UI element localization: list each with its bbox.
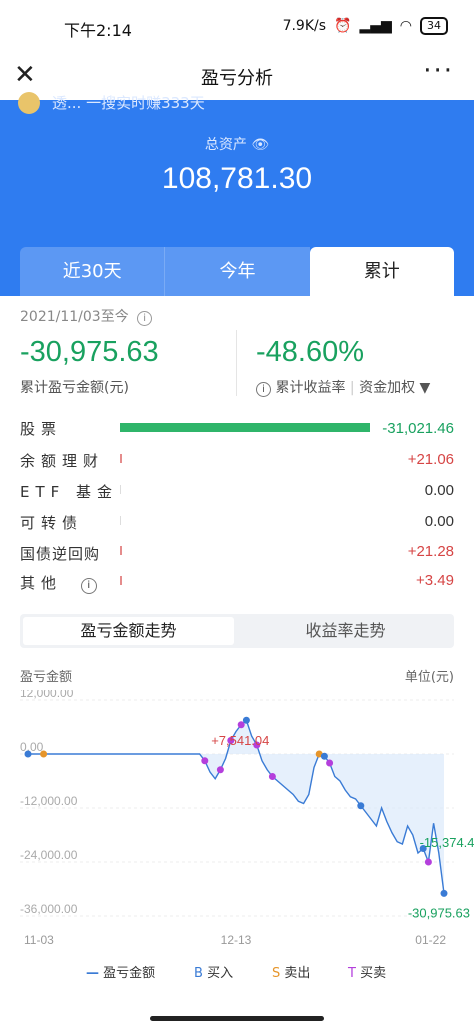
y-tick-label: 12,000.00 (20, 690, 74, 700)
cumulative-amount: -30,975.63 (20, 336, 159, 368)
more-icon[interactable]: ··· (423, 56, 454, 86)
x-tick-label: 01-22 (415, 933, 446, 947)
divider (236, 330, 237, 396)
row-value: +21.28 (407, 543, 454, 560)
eye-icon[interactable]: 👁 (251, 137, 269, 153)
chart-ylabel: 盈亏金额 (20, 670, 73, 685)
row-value: 0.00 (424, 482, 454, 499)
period-tabs: 近30天 今年 累计 (20, 247, 454, 296)
page-title: 盈亏分析 (201, 68, 273, 89)
row-bar (120, 576, 122, 585)
trade-marker (357, 802, 365, 810)
alarm-icon: ⏰ (334, 18, 352, 34)
method-select[interactable]: 资金加权 (359, 380, 415, 396)
trade-marker (216, 766, 224, 774)
row-label: 可转债 (20, 514, 84, 532)
tab-this-year[interactable]: 今年 (164, 247, 310, 296)
row-value: -31,021.46 (382, 420, 454, 437)
trend-segment: 盈亏金额走势 收益率走势 (20, 614, 454, 648)
network-speed: 7.9K/s (282, 18, 327, 34)
legend-item: B 买入 (194, 966, 234, 981)
tab-30-days[interactable]: 近30天 (20, 247, 165, 296)
info-icon[interactable]: i (80, 578, 97, 594)
x-tick-label: 11-03 (24, 933, 54, 947)
trade-marker (424, 858, 432, 866)
data-label: -30,975.63 (408, 905, 470, 920)
trade-marker (201, 757, 209, 765)
cumulative-rate: -48.60% (256, 336, 365, 368)
row-label: 其他 i (20, 572, 97, 594)
row-bar (120, 485, 121, 494)
chart-unit: 单位(元) (404, 670, 454, 685)
row-label: 余额理财 (20, 452, 105, 470)
row-bar (120, 454, 122, 463)
account-partial-text: 透... 一搜实时赚333天 (52, 94, 205, 112)
row-bar (120, 516, 121, 525)
x-tick-label: 12-13 (221, 933, 252, 947)
row-label: ETF 基金 (20, 483, 119, 501)
row-bar (120, 423, 370, 432)
pnl-chart[interactable]: 12,000.00 0.00 -12,000.00 -24,000.00 -36,000… (0, 690, 474, 960)
period-since: 2021/11/03至今 i (20, 306, 153, 326)
cumulative-rate-row: i 累计收益率 | 资金加权 ▼ (256, 377, 430, 397)
trade-marker (40, 750, 48, 758)
avatar (18, 92, 40, 114)
row-label: 股票 (20, 420, 63, 438)
trade-marker (268, 773, 276, 780)
legend-item: S 卖出 (272, 966, 311, 981)
legend-item: T 买卖 (348, 966, 387, 981)
info-icon[interactable]: i (137, 311, 153, 326)
cumulative-rate-label: 累计收益率 (275, 380, 346, 396)
trade-marker (326, 759, 334, 767)
y-tick-label: 0.00 (20, 740, 44, 754)
caret-down-icon[interactable]: ▼ (420, 380, 431, 396)
total-assets-value: 108,781.30 (161, 162, 313, 195)
signal-icon: ▂▄▆ (359, 18, 392, 34)
y-tick-label: -12,000.00 (20, 794, 78, 808)
data-label: -15,374.41 (420, 835, 474, 850)
row-value: +21.06 (407, 451, 454, 468)
trade-marker (24, 750, 32, 758)
status-time: 下午2:14 (64, 21, 132, 40)
trade-marker (242, 716, 250, 724)
row-label: 国债逆回购 (20, 545, 101, 563)
battery-icon: 34 (420, 17, 448, 35)
info-icon[interactable]: i (256, 382, 271, 397)
trade-marker (440, 889, 448, 897)
segment-rate-trend[interactable]: 收益率走势 (240, 617, 451, 645)
cumulative-amount-label: 累计盈亏金额(元) (20, 380, 129, 396)
segment-amount-trend[interactable]: 盈亏金额走势 (23, 617, 234, 645)
status-bar: 下午2:14 7.9K/s ⏰ ▂▄▆ ◠ 34 (0, 0, 474, 54)
status-icons: 7.9K/s ⏰ ▂▄▆ ◠ 34 (283, 17, 448, 35)
legend-item: — 盈亏金额 (86, 966, 156, 981)
wifi-icon: ◠ (399, 18, 412, 34)
y-tick-label: -24,000.00 (20, 848, 78, 862)
tab-cumulative[interactable]: 累计 (309, 247, 454, 296)
trade-marker (320, 752, 328, 760)
data-label: +7,541.04 (211, 733, 269, 748)
home-indicator (150, 1016, 324, 1021)
row-value: 0.00 (424, 513, 454, 530)
total-assets-label: 总资产 👁 (204, 137, 270, 153)
y-tick-label: -36,000.00 (20, 902, 78, 916)
row-bar (120, 546, 122, 555)
row-value: +3.49 (416, 572, 454, 589)
